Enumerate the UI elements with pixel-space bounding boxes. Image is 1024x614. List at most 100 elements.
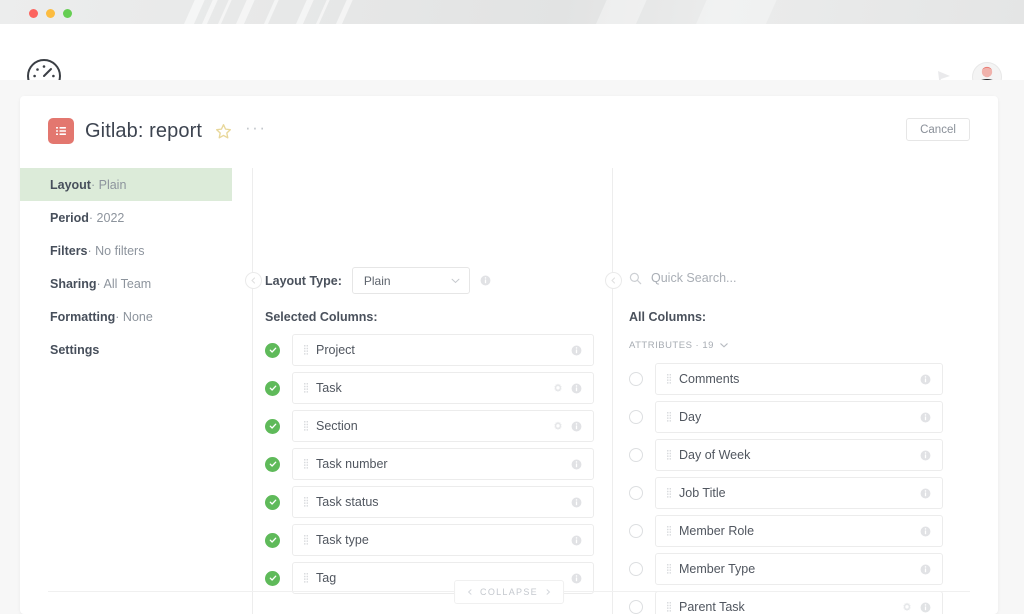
report-editor-card: Gitlab: report ··· Cancel Layout · Plain…	[20, 96, 998, 614]
collapse-button[interactable]: COLLAPSE	[454, 580, 564, 604]
drag-handle-icon[interactable]	[667, 450, 671, 460]
column-pill[interactable]: Task number	[292, 448, 594, 480]
page-title: Gitlab: report	[85, 120, 202, 143]
column-pill[interactable]: Comments	[655, 363, 943, 395]
column-unchecked-icon[interactable]	[629, 372, 643, 386]
column-pill[interactable]: Section	[292, 410, 594, 442]
sidebar-item-layout[interactable]: Layout · Plain	[20, 168, 232, 201]
selected-columns-list: Project Task Section Task number Task status…	[265, 334, 594, 600]
column-pill[interactable]: Day of Week	[655, 439, 943, 471]
card-header: Gitlab: report ··· Cancel	[20, 96, 998, 168]
column-actions	[571, 497, 582, 508]
column-pill[interactable]: Day	[655, 401, 943, 433]
window-close-button[interactable]	[29, 9, 38, 18]
column-actions	[571, 345, 582, 356]
chevron-down-icon	[451, 278, 460, 284]
column-row: Comments	[629, 363, 943, 395]
column-pill[interactable]: Member Role	[655, 515, 943, 547]
info-icon[interactable]	[571, 497, 582, 508]
info-icon[interactable]	[571, 459, 582, 470]
column-unchecked-icon[interactable]	[629, 524, 643, 538]
drag-handle-icon[interactable]	[304, 459, 308, 469]
column-label: Task	[316, 381, 342, 395]
window-minimize-button[interactable]	[46, 9, 55, 18]
sidebar-item-label: Formatting	[50, 310, 115, 324]
drag-handle-icon[interactable]	[304, 535, 308, 545]
attributes-group-toggle[interactable]: ATTRIBUTES · 19	[629, 340, 728, 351]
drag-handle-icon[interactable]	[304, 345, 308, 355]
cancel-button[interactable]: Cancel	[906, 118, 970, 141]
chevron-down-icon	[720, 343, 728, 348]
layout-type-info-icon[interactable]	[480, 275, 491, 286]
sidebar-item-filters[interactable]: Filters · No filters	[20, 234, 232, 267]
search-input[interactable]	[651, 271, 891, 285]
drag-handle-icon[interactable]	[667, 526, 671, 536]
drag-handle-icon[interactable]	[304, 421, 308, 431]
chrome-texture-stripe	[689, 0, 781, 24]
column-checked-icon[interactable]	[265, 457, 280, 472]
selected-columns-heading: Selected Columns:	[265, 310, 378, 324]
sidebar-item-label: Filters	[50, 244, 88, 258]
drag-handle-icon[interactable]	[304, 383, 308, 393]
sidebar-item-label: Settings	[50, 343, 99, 357]
app-top-bar	[0, 24, 1024, 81]
info-icon[interactable]	[920, 412, 931, 423]
info-icon[interactable]	[920, 488, 931, 499]
sidebar-item-settings[interactable]: Settings	[20, 333, 232, 366]
settings-sidebar: Layout · PlainPeriod · 2022Filters · No …	[20, 168, 232, 614]
column-unchecked-icon[interactable]	[629, 410, 643, 424]
column-row: Task	[265, 372, 594, 404]
chrome-texture-stripe	[329, 0, 357, 24]
sidebar-item-formatting[interactable]: Formatting · None	[20, 300, 232, 333]
chevron-left-icon	[467, 589, 473, 595]
sidebar-item-sharing[interactable]: Sharing · All Team	[20, 267, 232, 300]
drag-handle-icon[interactable]	[667, 374, 671, 384]
column-unchecked-icon[interactable]	[629, 448, 643, 462]
info-icon[interactable]	[920, 450, 931, 461]
gear-icon[interactable]	[553, 421, 563, 431]
sidebar-item-period[interactable]: Period · 2022	[20, 201, 232, 234]
layout-type-select[interactable]: Plain	[352, 267, 470, 294]
chrome-texture-stripe	[257, 0, 283, 24]
column-row: Task type	[265, 524, 594, 556]
column-checked-icon[interactable]	[265, 343, 280, 358]
more-options-icon[interactable]: ···	[245, 123, 266, 133]
column-checked-icon[interactable]	[265, 495, 280, 510]
column-pill[interactable]: Job Title	[655, 477, 943, 509]
info-icon[interactable]	[920, 526, 931, 537]
sidebar-item-value: · All Team	[97, 277, 152, 291]
column-label: Comments	[679, 372, 739, 386]
browser-window-chrome	[0, 0, 1024, 24]
column-actions	[571, 535, 582, 546]
info-icon[interactable]	[571, 421, 582, 432]
info-icon[interactable]	[920, 374, 931, 385]
column-actions	[920, 526, 931, 537]
drag-handle-icon[interactable]	[304, 497, 308, 507]
info-icon[interactable]	[571, 383, 582, 394]
column-unchecked-icon[interactable]	[629, 486, 643, 500]
search-icon	[629, 272, 642, 285]
column-row: Day	[629, 401, 943, 433]
column-actions	[920, 412, 931, 423]
favorite-star-icon[interactable]	[213, 123, 232, 140]
card-footer: COLLAPSE	[20, 568, 998, 614]
sidebar-item-value: · None	[115, 310, 153, 324]
column-pill[interactable]: Task status	[292, 486, 594, 518]
column-checked-icon[interactable]	[265, 419, 280, 434]
drag-handle-icon[interactable]	[667, 488, 671, 498]
column-checked-icon[interactable]	[265, 381, 280, 396]
sidebar-item-value: · Plain	[91, 178, 126, 192]
gear-icon[interactable]	[553, 383, 563, 393]
window-controls[interactable]	[29, 9, 72, 18]
column-pill[interactable]: Project	[292, 334, 594, 366]
column-pill[interactable]: Task type	[292, 524, 594, 556]
drag-handle-icon[interactable]	[667, 412, 671, 422]
column-checked-icon[interactable]	[265, 533, 280, 548]
column-label: Section	[316, 419, 358, 433]
column-pill[interactable]: Task	[292, 372, 594, 404]
window-zoom-button[interactable]	[63, 9, 72, 18]
info-icon[interactable]	[571, 345, 582, 356]
attributes-group-label: ATTRIBUTES · 19	[629, 340, 714, 351]
column-label: Job Title	[679, 486, 726, 500]
info-icon[interactable]	[571, 535, 582, 546]
